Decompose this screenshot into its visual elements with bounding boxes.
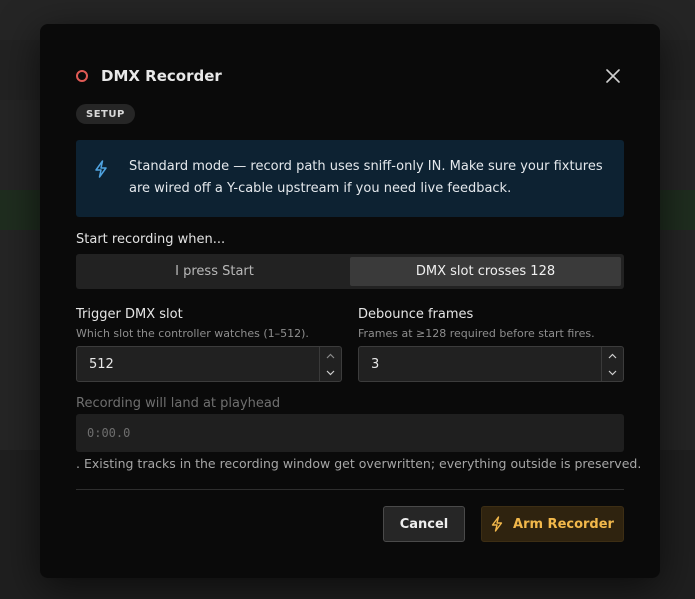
playhead-readout: 0:00.0	[76, 414, 624, 452]
start-condition-toggle: I press Start DMX slot crosses 128	[76, 254, 624, 289]
trigger-slot-input-wrapper	[76, 346, 342, 382]
dmx-recorder-dialog: DMX Recorder SETUP Standard mode — recor…	[40, 24, 660, 578]
lightning-bolt-icon	[491, 516, 503, 532]
start-condition-label: Start recording when...	[76, 232, 226, 247]
debounce-frames-stepper	[601, 347, 623, 381]
trigger-slot-input[interactable]	[77, 356, 297, 372]
debounce-frames-help: Frames at ≥128 required before start fir…	[358, 327, 595, 340]
chevron-down-icon	[326, 370, 335, 375]
trigger-slot-field: Trigger DMX slot Which slot the controll…	[76, 307, 342, 382]
arm-recorder-button[interactable]: Arm Recorder	[481, 506, 624, 542]
cancel-button[interactable]: Cancel	[383, 506, 465, 542]
trigger-slot-help: Which slot the controller watches (1–512…	[76, 327, 309, 340]
footer-divider	[76, 489, 624, 490]
debounce-frames-input-wrapper	[358, 346, 624, 382]
setup-badge: SETUP	[76, 104, 135, 124]
record-circle-icon	[76, 70, 88, 82]
playhead-label: Recording will land at playhead	[76, 396, 281, 411]
debounce-frames-input[interactable]	[359, 356, 579, 372]
dialog-header: DMX Recorder	[76, 65, 624, 87]
arm-recorder-label: Arm Recorder	[513, 516, 614, 532]
option-press-start[interactable]: I press Start	[79, 257, 350, 286]
chevron-up-icon	[608, 353, 617, 358]
info-text: Standard mode — record path uses sniff-o…	[129, 159, 603, 196]
overwrite-note: . Existing tracks in the recording windo…	[76, 456, 642, 471]
trigger-slot-stepper	[319, 347, 341, 381]
debounce-frames-label: Debounce frames	[358, 307, 474, 322]
decrement-button[interactable]	[602, 364, 623, 381]
option-dmx-slot-crosses[interactable]: DMX slot crosses 128	[350, 257, 621, 286]
dialog-title: DMX Recorder	[101, 67, 222, 85]
trigger-slot-label: Trigger DMX slot	[76, 307, 183, 322]
decrement-button[interactable]	[320, 364, 341, 381]
close-button[interactable]	[602, 65, 624, 87]
info-banner: Standard mode — record path uses sniff-o…	[76, 140, 624, 217]
chevron-up-icon	[326, 353, 335, 358]
debounce-frames-field: Debounce frames Frames at ≥128 required …	[358, 307, 624, 382]
close-icon	[606, 69, 620, 83]
lightning-bolt-icon	[94, 160, 108, 182]
increment-button[interactable]	[320, 347, 341, 364]
chevron-down-icon	[608, 370, 617, 375]
increment-button[interactable]	[602, 347, 623, 364]
